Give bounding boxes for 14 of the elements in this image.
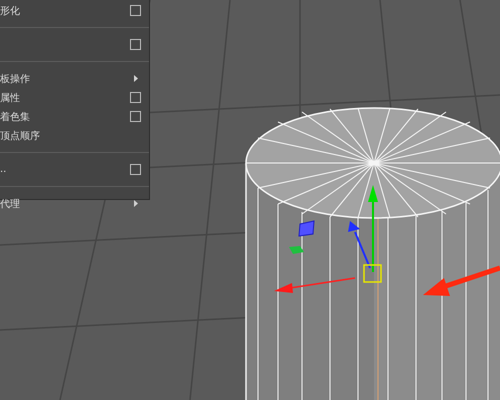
option-box-icon[interactable] bbox=[130, 111, 141, 122]
menu-item[interactable]: 着色集 bbox=[0, 107, 149, 126]
menu-item[interactable]: .. bbox=[0, 160, 149, 179]
option-box-icon[interactable] bbox=[130, 92, 141, 103]
option-box-icon[interactable] bbox=[130, 164, 141, 175]
option-box-icon[interactable] bbox=[130, 5, 141, 16]
menu-item[interactable]: 属性 bbox=[0, 88, 149, 107]
menu-item[interactable]: 形化 bbox=[0, 1, 149, 20]
menu-item[interactable]: 板操作 bbox=[0, 69, 149, 88]
submenu-arrow-icon bbox=[134, 75, 138, 82]
submenu-arrow-icon bbox=[134, 200, 138, 207]
menu-item[interactable]: 顶点顺序 bbox=[0, 126, 149, 145]
menu-item[interactable]: 代理 bbox=[0, 194, 149, 213]
option-box-icon[interactable] bbox=[130, 39, 141, 50]
